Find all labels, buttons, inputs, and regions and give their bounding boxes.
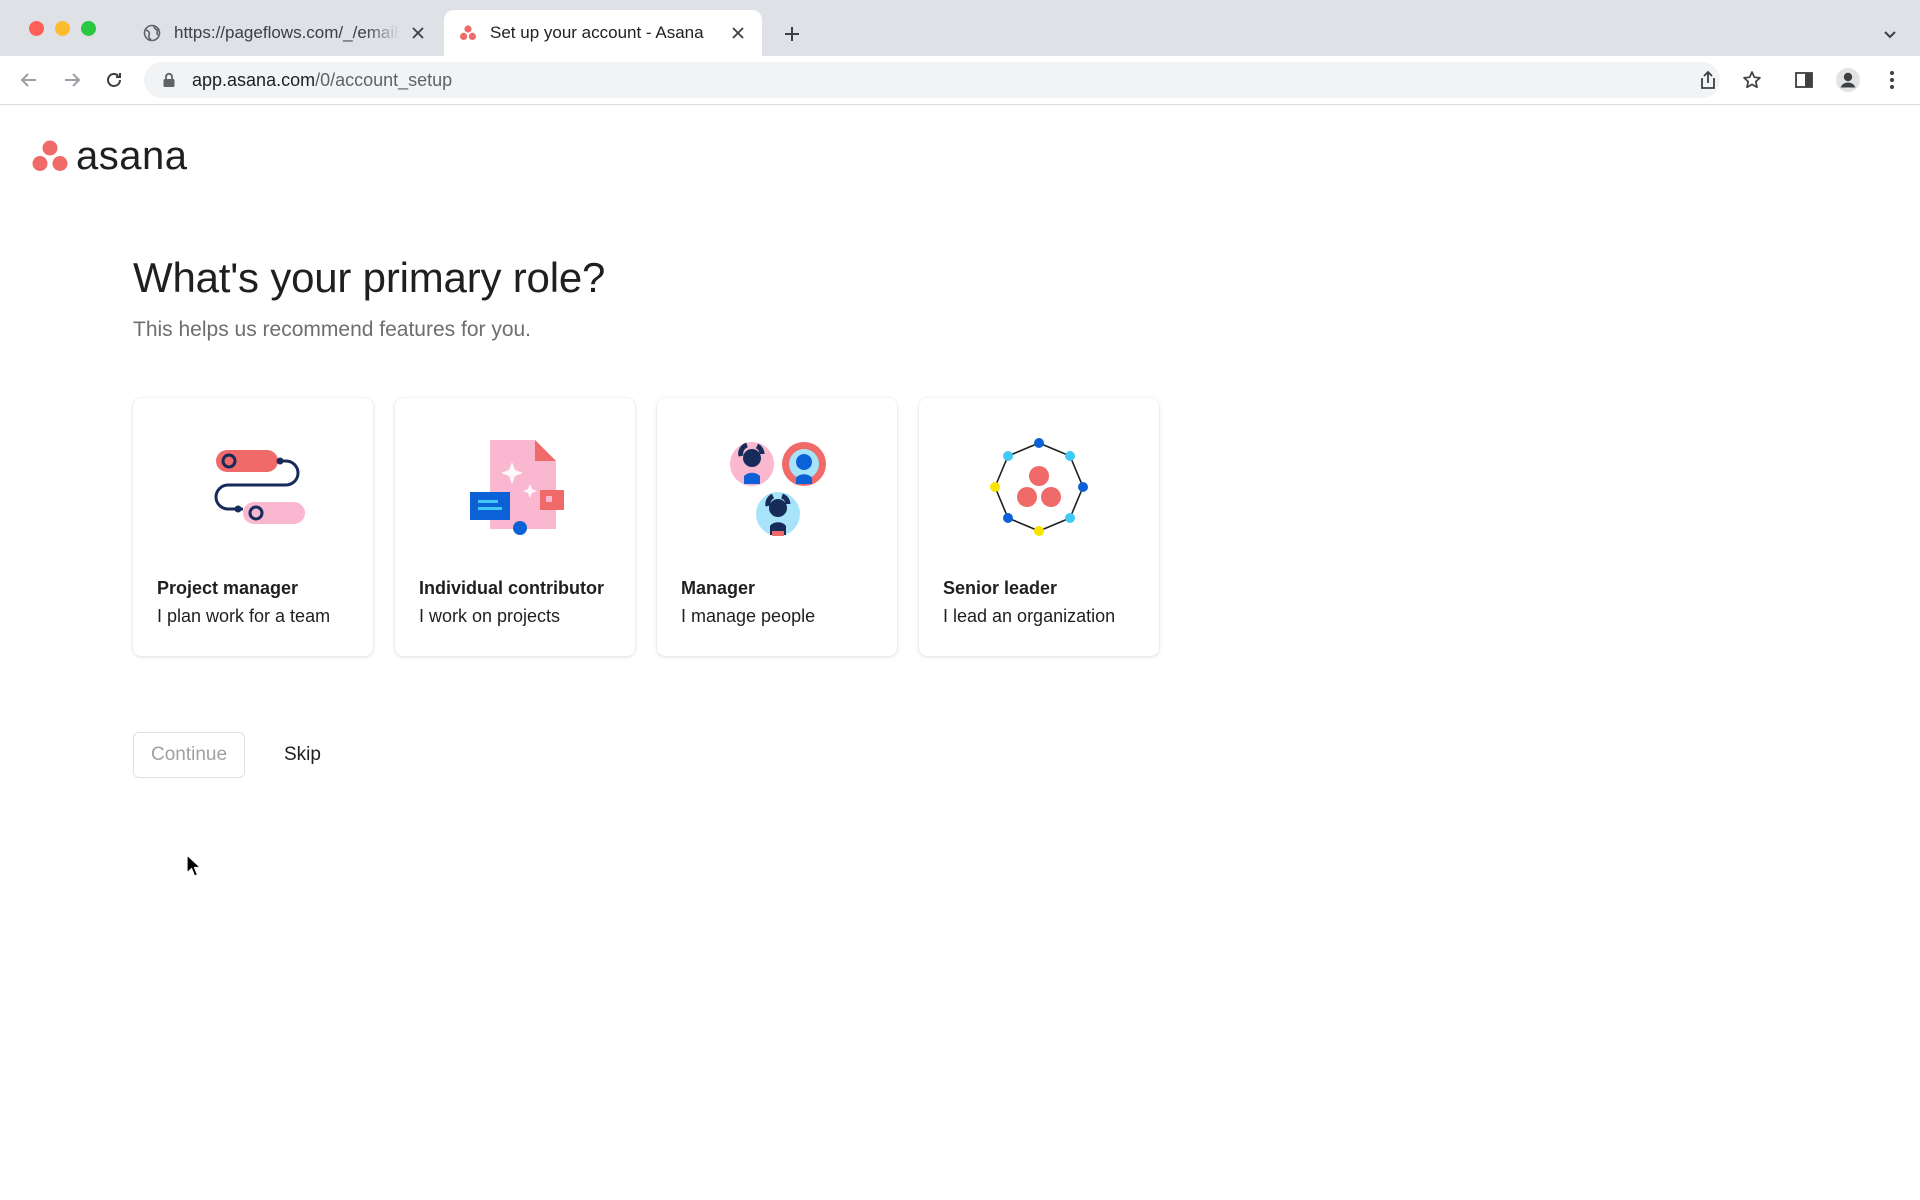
lock-icon[interactable] [160, 71, 178, 89]
role-title: Manager [681, 578, 756, 598]
role-description: I plan work for a team [157, 606, 331, 626]
role-card-project-manager[interactable]: Project manager I plan work for a team [133, 398, 373, 656]
window-minimize-button[interactable] [55, 21, 70, 36]
asana-logo-icon [32, 140, 68, 171]
tab-title: https://pageflows.com/_/emails [174, 23, 400, 42]
url-text: app.asana.com/0/account_setup [192, 70, 452, 91]
browser-tab-pageflows[interactable]: https://pageflows.com/_/emails [128, 10, 442, 56]
new-tab-plus-icon[interactable] [780, 22, 804, 46]
page-subtitle: This helps us recommend features for you… [133, 318, 532, 341]
logo-wordmark: asana [76, 134, 188, 178]
bookmark-star-icon[interactable] [1738, 66, 1766, 94]
role-title: Project manager [157, 578, 299, 598]
project-manager-illustration [214, 450, 305, 524]
tab-title: Set up your account - Asana [490, 23, 704, 42]
address-bar[interactable]: app.asana.com/0/account_setup [144, 62, 1720, 98]
window-close-button[interactable] [29, 21, 44, 36]
manager-illustration [730, 442, 826, 536]
close-icon[interactable] [408, 23, 428, 43]
forward-arrow-icon[interactable] [58, 66, 86, 94]
role-description: I lead an organization [943, 606, 1116, 626]
role-title: Individual contributor [419, 578, 604, 598]
role-description: I work on projects [419, 606, 561, 626]
mouse-cursor-icon [186, 854, 202, 877]
share-icon[interactable] [1694, 66, 1722, 94]
browser-tab-strip: https://pageflows.com/_/emails Set up yo… [0, 0, 1920, 56]
asana-icon [458, 23, 478, 43]
close-icon[interactable] [728, 23, 748, 43]
role-card-manager[interactable]: Manager I manage people [657, 398, 897, 656]
globe-icon [142, 23, 162, 43]
senior-leader-illustration [990, 438, 1088, 536]
asana-logo[interactable]: asana [32, 136, 187, 176]
role-card-individual-contributor[interactable]: Individual contributor I work on project… [395, 398, 635, 656]
skip-button[interactable]: Skip [272, 732, 333, 778]
role-options: Project manager I plan work for a team I… [133, 398, 1181, 656]
browser-tab-asana[interactable]: Set up your account - Asana [444, 10, 762, 56]
page-title: What's your primary role? [133, 254, 606, 301]
continue-button[interactable]: Continue [133, 732, 245, 778]
url-host: app.asana.com [192, 69, 316, 90]
url-path: /0/account_setup [315, 69, 453, 90]
kebab-menu-icon[interactable] [1878, 66, 1906, 94]
reload-icon[interactable] [100, 66, 128, 94]
window-zoom-button[interactable] [81, 21, 96, 36]
back-arrow-icon[interactable] [15, 66, 43, 94]
role-description: I manage people [681, 606, 816, 626]
side-panel-icon[interactable] [1790, 66, 1818, 94]
role-title: Senior leader [943, 578, 1058, 598]
role-card-senior-leader[interactable]: Senior leader I lead an organization [919, 398, 1159, 656]
chevron-down-icon[interactable] [1878, 22, 1902, 46]
browser-toolbar: app.asana.com/0/account_setup [0, 56, 1920, 105]
profile-avatar-icon[interactable] [1834, 66, 1862, 94]
individual-contributor-illustration [470, 440, 564, 535]
